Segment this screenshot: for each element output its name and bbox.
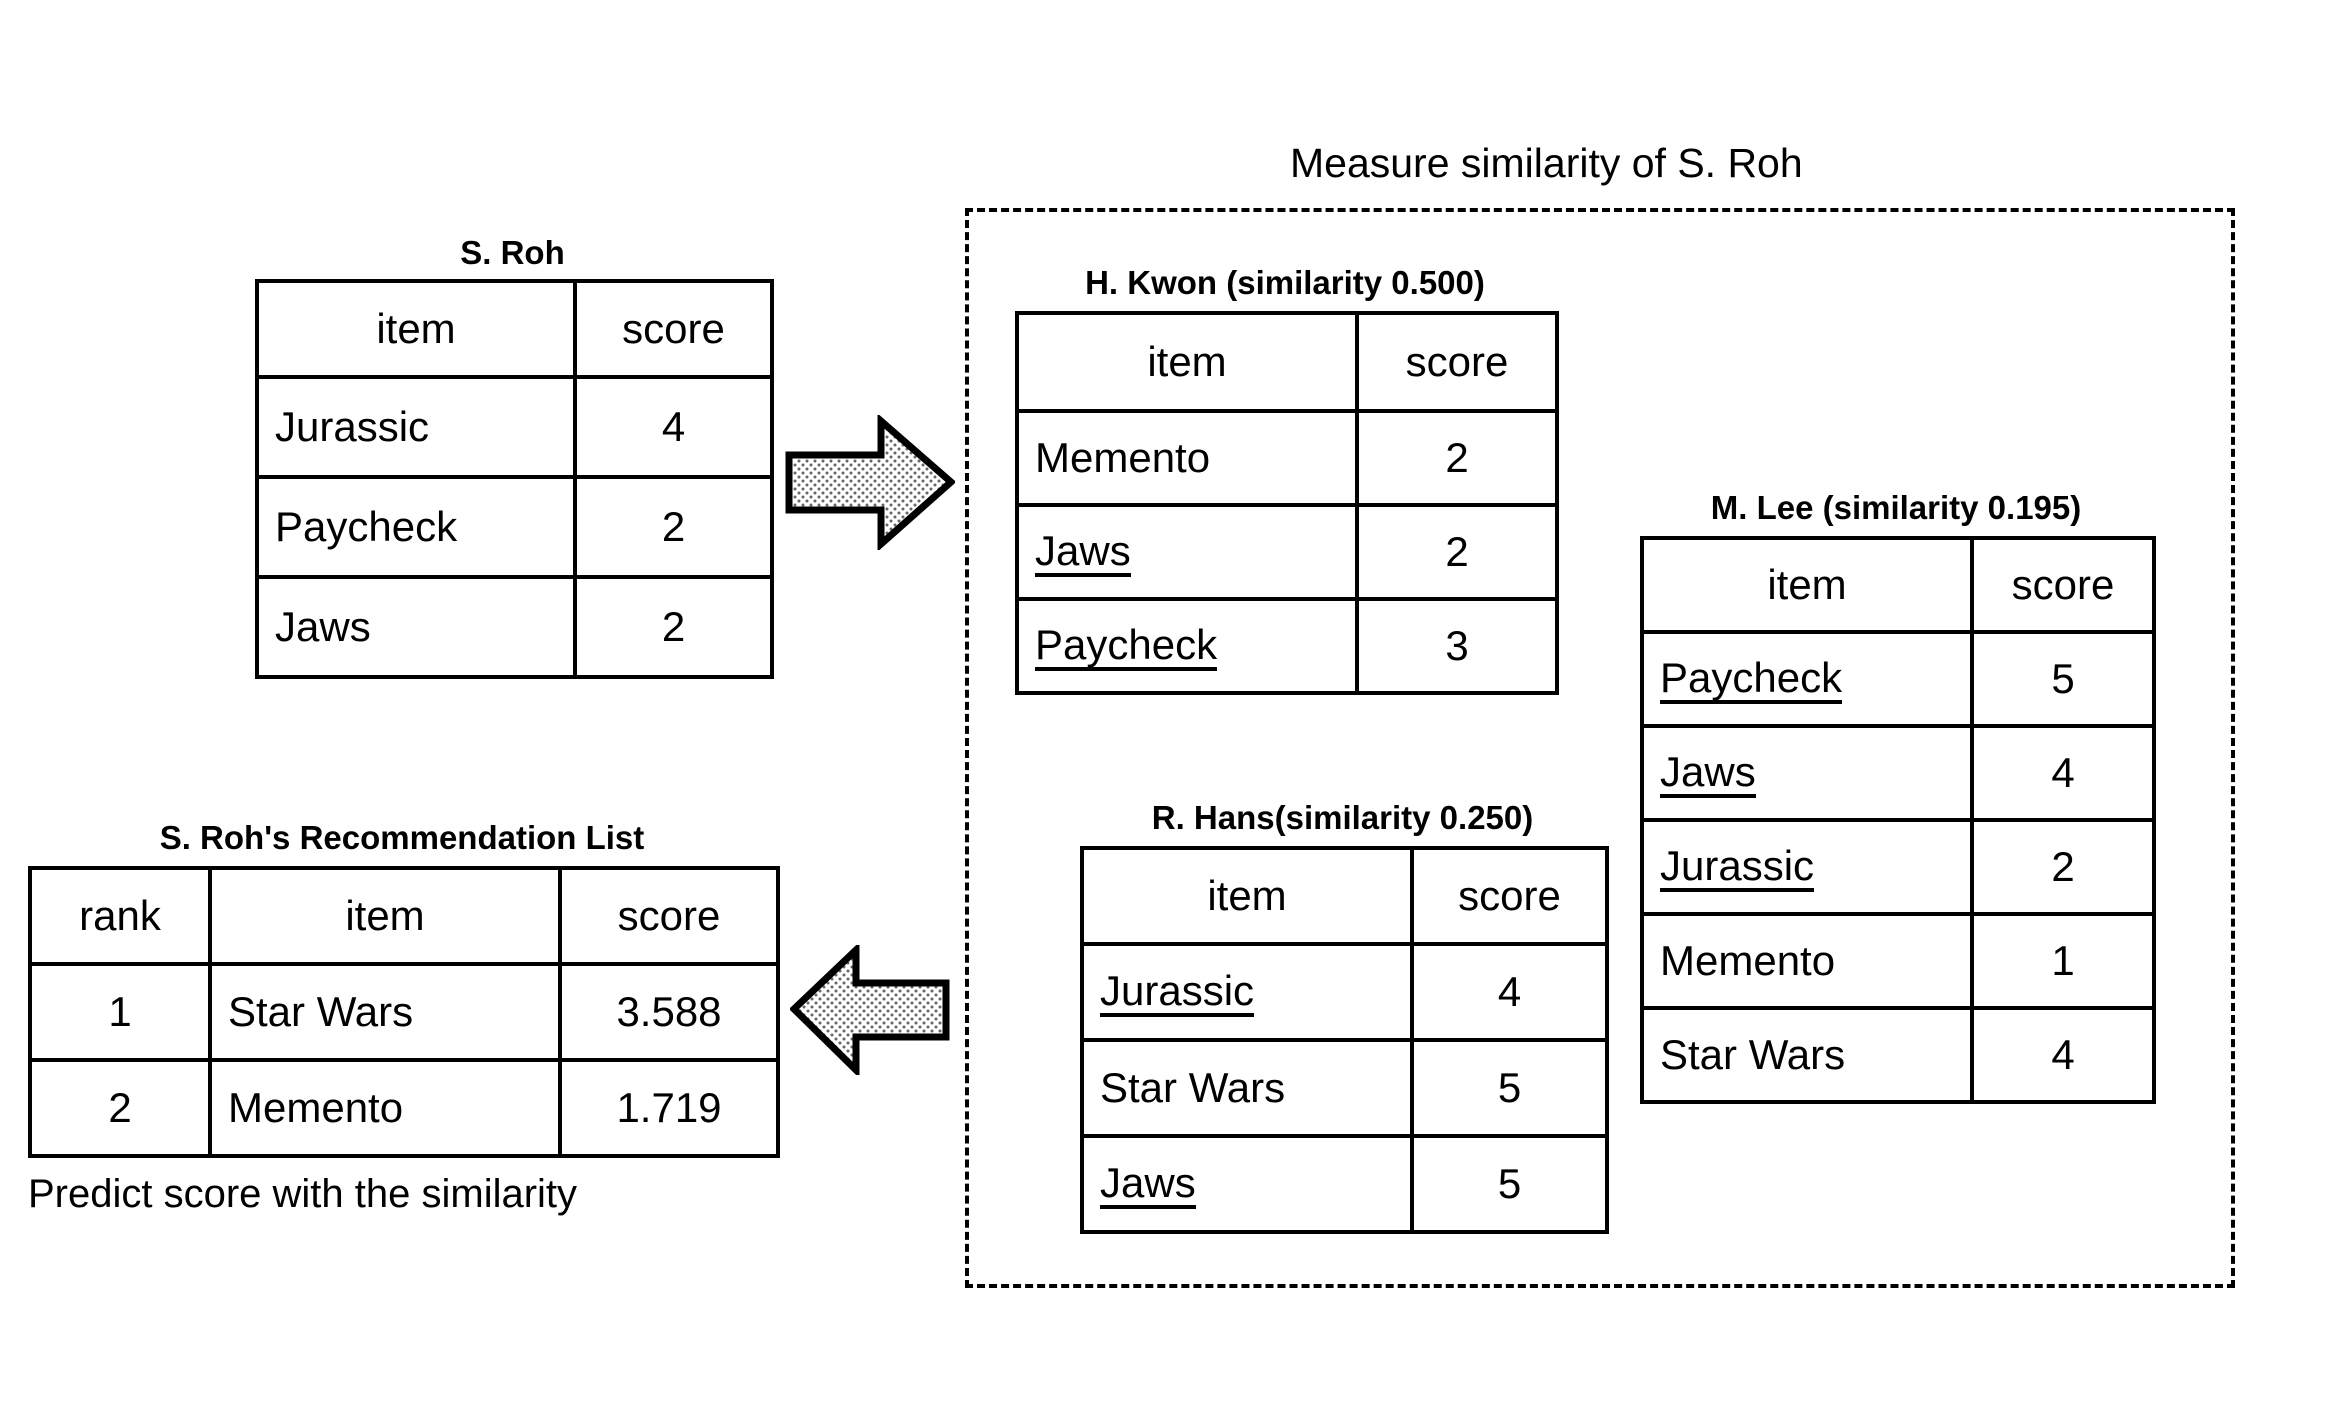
cell-item: Memento <box>208 1058 562 1159</box>
neighbor-table-r-hans: item score Jurassic 4 Star Wars 5 Jaws 5 <box>1080 846 1609 1235</box>
cell-rank: 1 <box>28 962 212 1063</box>
cell-item: Jaws <box>1640 724 1974 823</box>
table-row: Memento 2 <box>1015 409 1559 508</box>
recommendation-block: S. Roh's Recommendation List rank item s… <box>28 819 780 1217</box>
neighbor-table-h-kwon: item score Memento 2 Jaws 2 Paycheck 3 <box>1015 311 1559 696</box>
column-header-score: score <box>1410 846 1609 947</box>
cell-score: 5 <box>1970 630 2156 729</box>
cell-item: Paycheck <box>1015 597 1359 696</box>
cell-score: 2 <box>573 575 774 680</box>
cell-item: Memento <box>1640 912 1974 1011</box>
recommendation-title: S. Roh's Recommendation List <box>159 819 645 856</box>
column-header-score: score <box>1355 311 1559 414</box>
footer-note: Predict score with the similarity <box>28 1172 578 1217</box>
table-row: Jaws 5 <box>1080 1134 1609 1235</box>
table-header-row: item score <box>1015 311 1559 414</box>
column-header-item: item <box>1640 536 1974 635</box>
cell-score: 4 <box>573 375 774 480</box>
table-header-row: rank item score <box>28 866 780 967</box>
cell-item: Memento <box>1015 409 1359 508</box>
cell-item-text: Jurassic <box>1100 970 1255 1018</box>
column-header-score: score <box>1970 536 2156 635</box>
table-row: Paycheck 2 <box>255 475 774 580</box>
neighbor-title-h-kwon: H. Kwon (similarity 0.500) <box>1085 264 1485 301</box>
neighbor-block-r-hans: R. Hans(similarity 0.250) item score Jur… <box>1080 799 1609 1235</box>
cell-item-text: Paycheck <box>1035 624 1218 672</box>
arrow-left-icon <box>790 945 950 1075</box>
table-row: Jaws 2 <box>1015 503 1559 602</box>
cell-item: Jurassic <box>1640 818 1974 917</box>
cell-rank: 2 <box>28 1058 212 1159</box>
table-row: Jurassic 4 <box>1080 942 1609 1043</box>
cell-item: Star Wars <box>1080 1038 1414 1139</box>
arrow-right-icon <box>785 415 955 550</box>
table-row: Jurassic 2 <box>1640 818 2156 917</box>
neighbor-title-r-hans: R. Hans(similarity 0.250) <box>1151 799 1534 836</box>
table-row: Star Wars 5 <box>1080 1038 1609 1139</box>
cell-item: Paycheck <box>1640 630 1974 729</box>
table-header-row: item score <box>1640 536 2156 635</box>
neighbor-block-m-lee: M. Lee (similarity 0.195) item score Pay… <box>1640 489 2156 1105</box>
table-row: Jurassic 4 <box>255 375 774 480</box>
neighbor-block-h-kwon: H. Kwon (similarity 0.500) item score Me… <box>1015 264 1559 696</box>
cell-score: 2 <box>1355 503 1559 602</box>
neighbor-title-m-lee: M. Lee (similarity 0.195) <box>1710 489 2082 526</box>
table-row: Paycheck 3 <box>1015 597 1559 696</box>
column-header-rank: rank <box>28 866 212 967</box>
table-row: Jaws 4 <box>1640 724 2156 823</box>
arrow-left-to-recommendation <box>790 945 950 1075</box>
cell-score: 2 <box>1355 409 1559 508</box>
group-title: Measure similarity of S. Roh <box>1290 140 1803 186</box>
column-header-score: score <box>558 866 780 967</box>
cell-item: Jurassic <box>1080 942 1414 1043</box>
source-user-title: S. Roh <box>460 234 565 271</box>
cell-score: 4 <box>1970 1006 2156 1105</box>
cell-score: 1.719 <box>558 1058 780 1159</box>
table-row: Memento 1 <box>1640 912 2156 1011</box>
cell-score: 2 <box>573 475 774 580</box>
cell-item-text: Paycheck <box>1660 657 1843 705</box>
cell-score: 3 <box>1355 597 1559 696</box>
table-row: Jaws 2 <box>255 575 774 680</box>
cell-score: 1 <box>1970 912 2156 1011</box>
neighbor-table-m-lee: item score Paycheck 5 Jaws 4 Jurassic 2 … <box>1640 536 2156 1105</box>
table-row: Paycheck 5 <box>1640 630 2156 729</box>
cell-item: Jurassic <box>255 375 577 480</box>
cell-item: Star Wars <box>1640 1006 1974 1105</box>
table-header-row: item score <box>255 279 774 380</box>
cell-score: 4 <box>1970 724 2156 823</box>
cell-item-text: Jaws <box>1100 1162 1196 1210</box>
table-row: 1 Star Wars 3.588 <box>28 962 780 1063</box>
source-user-block: S. Roh item score Jurassic 4 Paycheck 2 … <box>255 234 774 680</box>
source-user-table: item score Jurassic 4 Paycheck 2 Jaws 2 <box>255 279 774 680</box>
cell-score: 4 <box>1410 942 1609 1043</box>
table-row: 2 Memento 1.719 <box>28 1058 780 1159</box>
column-header-score: score <box>573 279 774 380</box>
table-header-row: item score <box>1080 846 1609 947</box>
column-header-item: item <box>208 866 562 967</box>
cell-item: Star Wars <box>208 962 562 1063</box>
cell-item: Jaws <box>1080 1134 1414 1235</box>
cell-item-text: Jaws <box>1660 751 1756 799</box>
table-row: Star Wars 4 <box>1640 1006 2156 1105</box>
column-header-item: item <box>255 279 577 380</box>
cell-item-text: Jurassic <box>1660 845 1815 893</box>
column-header-item: item <box>1015 311 1359 414</box>
cell-item: Paycheck <box>255 475 577 580</box>
cell-item: Jaws <box>255 575 577 680</box>
recommendation-table: rank item score 1 Star Wars 3.588 2 Meme… <box>28 866 780 1159</box>
cell-score: 3.588 <box>558 962 780 1063</box>
arrow-right-to-neighbors <box>785 415 955 550</box>
cell-item-text: Jaws <box>1035 530 1131 578</box>
cell-score: 2 <box>1970 818 2156 917</box>
column-header-item: item <box>1080 846 1414 947</box>
cell-score: 5 <box>1410 1038 1609 1139</box>
cell-score: 5 <box>1410 1134 1609 1235</box>
cell-item: Jaws <box>1015 503 1359 602</box>
